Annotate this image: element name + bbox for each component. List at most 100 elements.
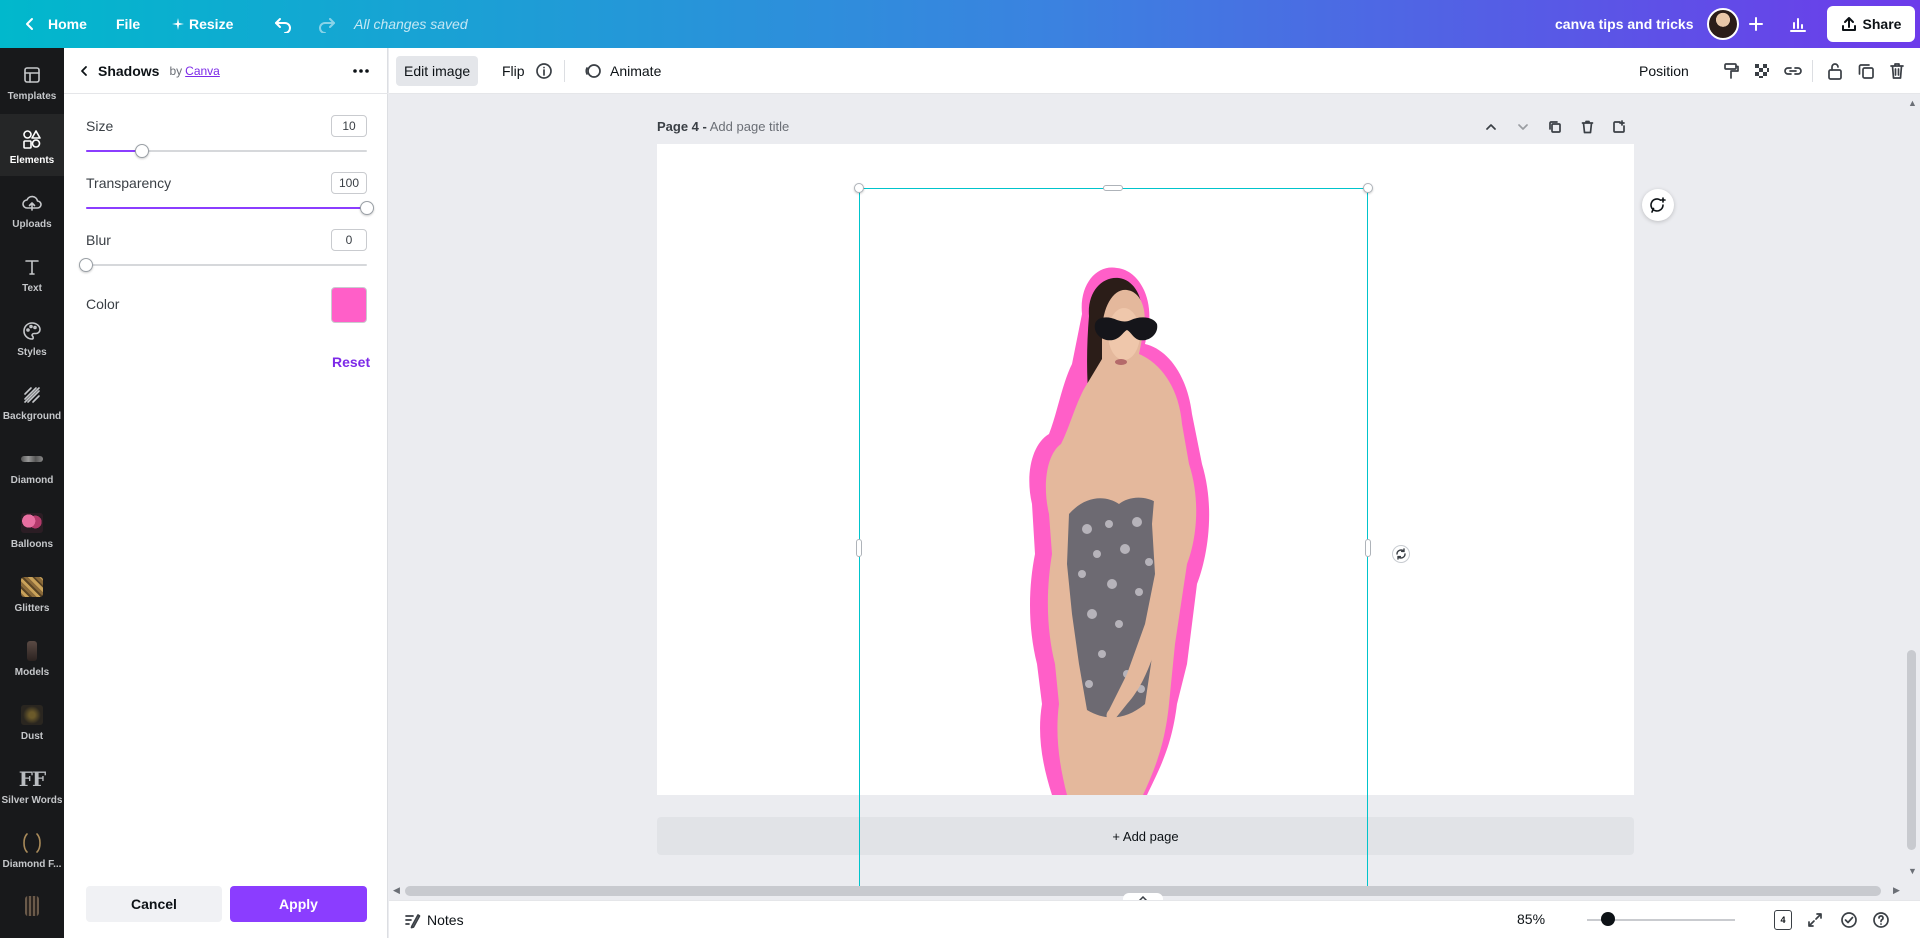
slider-handle[interactable]: [79, 258, 93, 272]
home-button[interactable]: Home: [12, 6, 97, 42]
rail-item-diamond-frames[interactable]: Diamond F...: [0, 818, 64, 880]
slider-handle[interactable]: [360, 201, 374, 215]
resize-handle-top[interactable]: [1103, 185, 1123, 191]
expand-icon: [1808, 913, 1822, 927]
size-slider[interactable]: [86, 144, 367, 158]
notes-label: Notes: [427, 912, 464, 928]
animate-label: Animate: [610, 63, 662, 79]
edit-image-button[interactable]: Edit image: [396, 56, 479, 86]
model-photo-with-shadow[interactable]: [657, 144, 1634, 795]
transparency-slider[interactable]: [86, 201, 374, 215]
duplicate-button[interactable]: [1854, 59, 1878, 83]
background-pattern-icon: [24, 386, 40, 403]
sparkle-icon: [172, 18, 184, 30]
rail-item-styles[interactable]: Styles: [0, 306, 64, 368]
invite-button[interactable]: [1740, 8, 1772, 40]
author-link[interactable]: Canva: [185, 64, 220, 78]
design-page[interactable]: [657, 144, 1634, 795]
status-bar: Notes 85% 4: [389, 900, 1920, 938]
share-button[interactable]: Share: [1827, 6, 1915, 42]
reset-button[interactable]: Reset: [332, 354, 370, 370]
scroll-up-arrow[interactable]: ▲: [1908, 98, 1917, 108]
redo-button[interactable]: [308, 6, 346, 42]
resize-handle-top-left[interactable]: [854, 183, 864, 193]
rail-item-uploads[interactable]: Uploads: [0, 178, 64, 240]
position-button[interactable]: Position: [1631, 56, 1697, 86]
check-design-button[interactable]: [1840, 909, 1858, 931]
fullscreen-button[interactable]: [1807, 909, 1823, 931]
undo-button[interactable]: [264, 6, 302, 42]
link-button[interactable]: [1781, 59, 1805, 83]
help-button[interactable]: [1872, 909, 1890, 931]
rail-item-models[interactable]: Models: [0, 626, 64, 688]
templates-icon: [24, 66, 40, 83]
animate-button[interactable]: Animate: [576, 56, 669, 86]
panel-title: Shadows: [98, 62, 160, 79]
notes-button[interactable]: Notes: [403, 909, 464, 931]
rail-item-more[interactable]: [0, 882, 64, 932]
flip-button[interactable]: Flip: [494, 56, 533, 86]
resize-handle-top-right[interactable]: [1363, 183, 1373, 193]
apply-button[interactable]: Apply: [230, 886, 367, 922]
shadow-color-swatch[interactable]: [331, 287, 367, 323]
rail-label: Elements: [9, 154, 55, 166]
rail-label: Templates: [7, 90, 57, 102]
back-button[interactable]: [78, 65, 94, 77]
slider-fill: [86, 150, 143, 152]
models-thumbnail: [27, 640, 37, 661]
rail-item-glitters[interactable]: Glitters: [0, 562, 64, 624]
zoom-slider-handle[interactable]: [1601, 912, 1615, 926]
size-value-input[interactable]: 10: [331, 115, 367, 137]
page-count-button[interactable]: 4: [1774, 910, 1792, 930]
insights-button[interactable]: [1780, 6, 1816, 42]
rail-label: Diamond: [10, 474, 54, 486]
rail-item-diamond[interactable]: Diamond: [0, 434, 64, 496]
paint-roller-icon: [1724, 63, 1739, 79]
page-title-input[interactable]: Add page title: [710, 119, 790, 134]
rail-item-silver-words[interactable]: FF Silver Words: [0, 754, 64, 816]
transparency-button[interactable]: [1750, 59, 1774, 83]
scroll-down-arrow[interactable]: ▼: [1908, 866, 1917, 876]
rail-item-dust[interactable]: Dust: [0, 690, 64, 752]
add-page-button[interactable]: + Add page: [657, 817, 1634, 855]
more-horizontal-icon: [353, 69, 369, 73]
move-page-down-button[interactable]: [1513, 117, 1533, 137]
file-menu-button[interactable]: File: [106, 6, 150, 42]
zoom-level[interactable]: 85%: [1517, 911, 1545, 927]
add-page-below-button[interactable]: [1609, 117, 1629, 137]
rail-item-templates[interactable]: Templates: [0, 50, 64, 112]
slider-handle[interactable]: [135, 144, 150, 158]
project-title[interactable]: canva tips and tricks: [1555, 16, 1694, 32]
rotate-handle[interactable]: [1392, 545, 1410, 563]
rail-item-background[interactable]: Background: [0, 370, 64, 432]
info-button[interactable]: [532, 59, 556, 83]
rail-item-balloons[interactable]: Balloons: [0, 498, 64, 560]
rail-label: Text: [22, 282, 42, 294]
avatar[interactable]: [1707, 8, 1739, 40]
rail-item-text[interactable]: Text: [0, 242, 64, 304]
blur-value-input[interactable]: 0: [331, 229, 367, 251]
resize-handle-right[interactable]: [1365, 539, 1371, 557]
lock-button[interactable]: [1823, 59, 1847, 83]
move-page-up-button[interactable]: [1481, 117, 1501, 137]
add-page-icon: [1613, 120, 1625, 133]
resize-button[interactable]: Resize: [162, 6, 243, 42]
delete-page-button[interactable]: [1577, 117, 1597, 137]
rail-item-elements[interactable]: Elements: [0, 114, 64, 176]
panel-header: Shadows by Canva: [64, 48, 388, 94]
delete-button[interactable]: [1885, 59, 1909, 83]
page-number: Page 4 -: [657, 119, 707, 134]
duplicate-page-button[interactable]: [1545, 117, 1565, 137]
cancel-button[interactable]: Cancel: [86, 886, 222, 922]
more-options-button[interactable]: [350, 61, 372, 81]
scroll-right-arrow[interactable]: ▶: [1893, 885, 1900, 896]
copy-style-button[interactable]: [1719, 59, 1743, 83]
transparency-value-input[interactable]: 100: [331, 172, 367, 194]
redo-icon: [319, 18, 335, 33]
vertical-scrollbar[interactable]: [1907, 650, 1916, 850]
resize-handle-left[interactable]: [856, 539, 862, 557]
scroll-left-arrow[interactable]: ◀: [393, 885, 400, 896]
lips: [1115, 359, 1127, 365]
add-comment-button[interactable]: [1642, 189, 1674, 221]
blur-slider[interactable]: [79, 258, 367, 272]
